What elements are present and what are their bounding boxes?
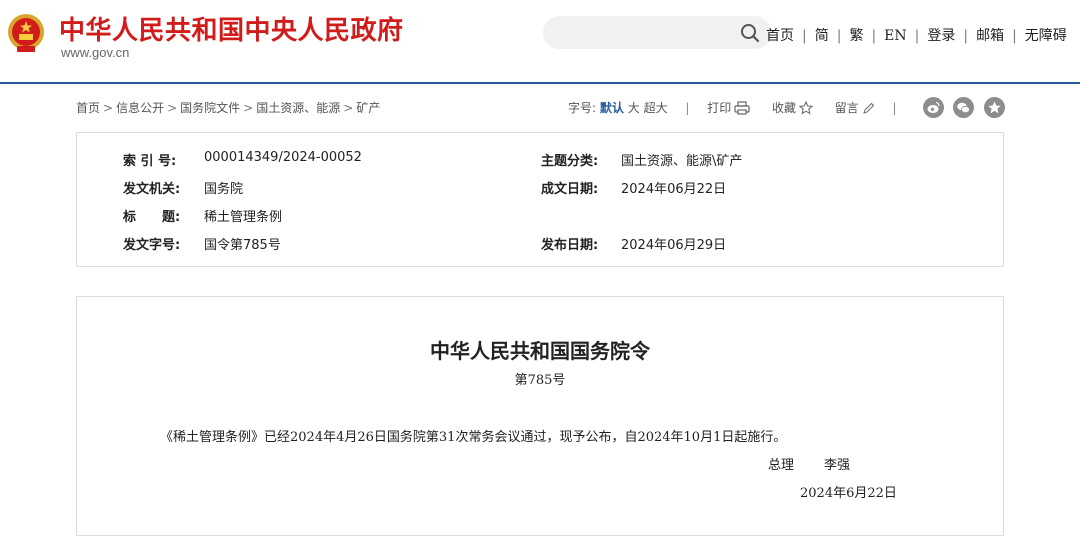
nav-traditional-link[interactable]: 繁 <box>849 28 863 44</box>
font-size-label: 字号: <box>568 101 597 115</box>
search-input[interactable] <box>543 16 771 49</box>
breadcrumb-land-energy[interactable]: 国土资源、能源 <box>256 101 340 115</box>
nav-separator: | <box>963 28 969 44</box>
search-icon[interactable] <box>740 23 760 43</box>
article-tools: 字号: 默认 大 超大 | 打印 收藏 留言 | <box>568 99 911 116</box>
signer-name: 李强 <box>824 458 851 473</box>
article-body-paragraph: 《稀土管理条例》已经2024年4月26日国务院第31次常务会议通过，现予公布，自… <box>160 430 787 445</box>
document-title-label: 标 题: <box>123 210 181 225</box>
nav-simplified-link[interactable]: 简 <box>815 28 829 44</box>
top-nav: 首页 | 简 | 繁 | EN | 登录 | 邮箱 | 无障碍 <box>766 25 1067 45</box>
nav-separator: | <box>871 28 877 44</box>
sign-date: 2024年6月22日 <box>800 486 897 501</box>
article-title: 中华人民共和国国务院令 <box>430 339 650 363</box>
font-size-default-button[interactable]: 默认 <box>600 101 624 115</box>
breadcrumb-info-public[interactable]: 信息公开 <box>116 101 164 115</box>
national-emblem-icon[interactable] <box>6 12 46 54</box>
star-outline-icon <box>798 100 814 115</box>
publish-date-label: 发布日期: <box>541 238 599 253</box>
decree-number: 第785号 <box>514 373 566 388</box>
nav-home-link[interactable]: 首页 <box>766 28 794 44</box>
printer-icon <box>734 101 750 115</box>
breadcrumb-home[interactable]: 首页 <box>76 101 100 115</box>
tools-separator: | <box>892 101 897 115</box>
nav-mail-link[interactable]: 邮箱 <box>976 28 1004 44</box>
issuing-authority-value: 国务院 <box>204 182 244 197</box>
nav-login-link[interactable]: 登录 <box>927 28 955 44</box>
issuing-authority-label: 发文机关: <box>123 182 181 197</box>
pencil-icon <box>862 102 874 114</box>
breadcrumb-separator: > <box>343 101 354 115</box>
written-date-value: 2024年06月22日 <box>621 182 727 197</box>
print-button[interactable]: 打印 <box>707 101 750 115</box>
publish-date-value: 2024年06月29日 <box>621 238 727 253</box>
header-divider <box>0 82 1080 84</box>
breadcrumb-state-council-docs[interactable]: 国务院文件 <box>180 101 240 115</box>
wechat-icon[interactable] <box>953 97 974 118</box>
print-label: 打印 <box>707 101 732 115</box>
favorite-button[interactable]: 收藏 <box>771 100 814 115</box>
document-number-value: 国令第785号 <box>204 238 281 253</box>
index-number-value: 000014349/2024-00052 <box>204 150 362 165</box>
favorite-label: 收藏 <box>771 101 796 115</box>
nav-separator: | <box>1012 28 1017 44</box>
topic-category-value: 国土资源、能源\矿产 <box>621 154 743 169</box>
site-header: 中华人民共和国中央人民政府 www.gov.cn 首页 | 简 | 繁 | EN | 登录 | 邮箱… <box>0 0 1080 82</box>
font-size-large-button[interactable]: 大 <box>628 101 640 115</box>
tools-separator: | <box>685 101 690 115</box>
comment-label: 留言 <box>834 101 859 115</box>
document-number-label: 发文字号: <box>123 238 181 253</box>
breadcrumb-separator: > <box>243 101 254 115</box>
index-number-label: 索 引 号: <box>123 154 177 169</box>
nav-accessibility-link[interactable]: 无障碍 <box>1025 28 1067 44</box>
font-size-xlarge-button[interactable]: 超大 <box>644 101 668 115</box>
breadcrumb-separator: > <box>103 101 114 115</box>
breadcrumb-minerals[interactable]: 矿产 <box>356 101 380 115</box>
document-title-value: 稀土管理条例 <box>204 210 283 225</box>
signer-title: 总理 <box>768 458 795 473</box>
nav-separator: | <box>914 28 920 44</box>
written-date-label: 成文日期: <box>541 182 599 197</box>
breadcrumb-separator: > <box>167 101 178 115</box>
nav-separator: | <box>836 28 842 44</box>
comment-button[interactable]: 留言 <box>835 101 875 115</box>
site-title[interactable]: 中华人民共和国中央人民政府 <box>59 10 404 47</box>
signer-line: 总理 李强 <box>768 454 850 473</box>
topic-category-label: 主题分类: <box>541 154 599 169</box>
nav-english-link[interactable]: EN <box>884 28 906 44</box>
nav-separator: | <box>802 28 807 44</box>
site-url: www.gov.cn <box>61 45 130 60</box>
favorite-star-icon[interactable] <box>984 97 1005 118</box>
breadcrumb: 首页 > 信息公开 > 国务院文件 > 国土资源、能源 > 矿产 <box>76 99 380 116</box>
weibo-icon[interactable] <box>923 97 944 118</box>
